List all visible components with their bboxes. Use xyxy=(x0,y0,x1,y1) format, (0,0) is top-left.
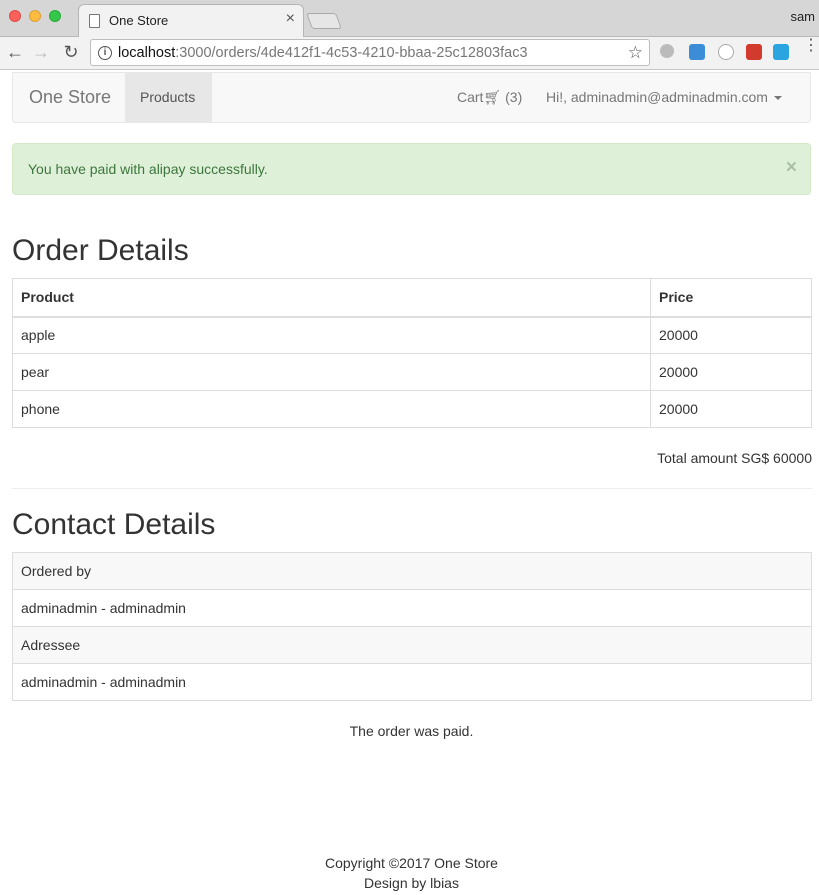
play-extension-icon[interactable] xyxy=(746,44,762,60)
order-details-heading: Order Details xyxy=(12,234,189,267)
order-total: Total amount SG$ 60000 xyxy=(657,450,812,466)
site-navbar: One Store Products Cart🛒︎ (3) Hi!, admin… xyxy=(12,72,811,123)
alert-message: You have paid with alipay successfully. xyxy=(28,161,268,177)
ordered-by-label: Ordered by xyxy=(12,552,812,590)
contact-details-heading: Contact Details xyxy=(12,508,216,541)
cart-icon: 🛒︎ xyxy=(483,89,502,105)
column-header-price: Price xyxy=(650,278,812,318)
maximize-window-button[interactable] xyxy=(49,10,61,22)
profile-name[interactable]: sam xyxy=(790,9,815,24)
new-tab-button[interactable] xyxy=(306,13,342,29)
browser-menu-icon[interactable]: ⋮ xyxy=(803,38,819,54)
nav-products[interactable]: Products xyxy=(125,73,212,122)
column-header-product: Product xyxy=(12,278,651,318)
addressee-value: adminadmin - adminadmin xyxy=(12,663,812,701)
table-row: adminadmin - adminadmin xyxy=(12,589,812,627)
product-cell: pear xyxy=(12,353,651,391)
caret-down-icon xyxy=(773,96,782,101)
table-header-row: Product Price xyxy=(12,278,812,318)
order-status: The order was paid. xyxy=(349,723,474,739)
price-cell: 20000 xyxy=(650,353,812,391)
browser-tab-bar: One Store × sam xyxy=(0,0,819,37)
music-extension-icon[interactable] xyxy=(660,44,674,58)
alert-close-button[interactable]: × xyxy=(786,158,797,177)
book-extension-icon[interactable] xyxy=(773,44,789,60)
order-table: Product Price apple 20000 pear 20000 pho… xyxy=(12,278,812,428)
table-row: Ordered by xyxy=(12,552,812,590)
circle-extension-icon[interactable] xyxy=(718,44,734,60)
table-row: adminadmin - adminadmin xyxy=(12,663,812,701)
design-credit: Design by lbias xyxy=(364,875,459,891)
url-text[interactable]: localhost:3000/orders/4de412f1-4c53-4210… xyxy=(118,45,528,61)
ordered-by-value: adminadmin - adminadmin xyxy=(12,589,812,627)
table-row: phone 20000 xyxy=(12,390,812,428)
nav-products-label: Products xyxy=(140,89,196,105)
footer: Copyright ©2017 One Store Design by lbia… xyxy=(0,853,819,893)
addressee-label: Adressee xyxy=(12,626,812,664)
minimize-window-button[interactable] xyxy=(29,10,41,22)
address-bar[interactable]: i localhost:3000/orders/4de412f1-4c53-42… xyxy=(90,39,650,66)
tab-close-icon[interactable]: × xyxy=(286,11,295,27)
table-row: apple 20000 xyxy=(12,316,812,354)
tab-title: One Store xyxy=(109,13,169,28)
divider xyxy=(12,488,812,489)
copyright-text: Copyright ©2017 One Store xyxy=(325,855,498,871)
contact-table: Ordered by adminadmin - adminadmin Adres… xyxy=(12,552,812,701)
cart-count: (3) xyxy=(505,89,523,105)
browser-tab[interactable]: One Store × xyxy=(78,4,304,37)
cart-link[interactable]: Cart🛒︎ (3) xyxy=(457,89,522,106)
success-alert: You have paid with alipay successfully. … xyxy=(12,143,811,195)
back-arrow-icon[interactable]: ← xyxy=(4,40,26,64)
table-row: Adressee xyxy=(12,626,812,664)
price-cell: 20000 xyxy=(650,390,812,428)
product-cell: phone xyxy=(12,390,651,428)
reload-icon[interactable]: ↻ xyxy=(60,40,82,64)
price-cell: 20000 xyxy=(650,316,812,354)
close-window-button[interactable] xyxy=(9,10,21,22)
screenshot-extension-icon[interactable] xyxy=(689,44,705,60)
document-icon xyxy=(89,14,100,28)
info-icon[interactable]: i xyxy=(98,46,112,60)
product-cell: apple xyxy=(12,316,651,354)
table-row: pear 20000 xyxy=(12,353,812,391)
forward-arrow-icon[interactable]: → xyxy=(30,40,52,64)
brand-link[interactable]: One Store xyxy=(29,87,111,108)
browser-toolbar: ← → ↻ i localhost:3000/orders/4de412f1-4… xyxy=(0,37,819,70)
user-dropdown[interactable]: Hi!, adminadmin@adminadmin.com xyxy=(546,89,782,105)
bookmark-star-icon[interactable]: ☆ xyxy=(628,43,643,63)
